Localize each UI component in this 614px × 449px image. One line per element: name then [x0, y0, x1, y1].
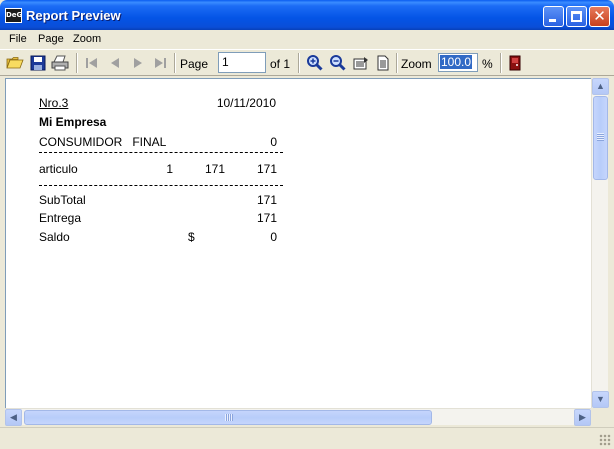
scroll-down-icon[interactable]: ▼: [592, 391, 609, 408]
saldo-label: Saldo: [39, 230, 70, 244]
title-bar: DeG Report Preview ✕: [0, 0, 614, 30]
report-viewport[interactable]: Nro.3 10/11/2010 Mi Empresa CONSUMIDOR F…: [5, 78, 608, 425]
subtotal-value: 171: [256, 193, 277, 207]
customer-name: CONSUMIDOR FINAL: [39, 135, 167, 149]
menu-bar: File Page Zoom: [0, 30, 614, 48]
separator-line: [39, 185, 283, 186]
line-item-price: 171: [204, 162, 225, 176]
company-name: Mi Empresa: [39, 115, 107, 129]
resize-grip-icon[interactable]: [599, 434, 611, 446]
vertical-scrollbar[interactable]: ▲ ▼: [591, 78, 609, 408]
vertical-scroll-thumb[interactable]: [593, 96, 608, 180]
scroll-right-icon[interactable]: ▶: [574, 409, 591, 426]
toolbar: Page 1 of 1 Zoom 100.0 %: [0, 49, 614, 76]
toolbar-separator: [298, 53, 300, 73]
minimize-button[interactable]: [543, 6, 564, 27]
line-item-total: 171: [256, 162, 277, 176]
zoom-out-icon[interactable]: [329, 54, 347, 72]
horizontal-scrollbar[interactable]: ◀ ▶: [5, 408, 591, 426]
horizontal-scroll-thumb[interactable]: [24, 410, 432, 425]
saldo-currency: $: [188, 230, 195, 244]
status-bar: [0, 427, 614, 449]
menu-file[interactable]: File: [9, 33, 27, 45]
zoom-value: 100.0: [440, 55, 473, 69]
page-width-icon[interactable]: [352, 54, 370, 72]
percent-label: %: [482, 57, 493, 71]
whole-page-icon[interactable]: [374, 54, 392, 72]
open-folder-icon[interactable]: [6, 54, 24, 72]
zoom-label: Zoom: [401, 57, 432, 71]
customer-value: 0: [270, 135, 277, 149]
zoom-input[interactable]: 100.0: [438, 53, 478, 72]
print-icon[interactable]: [51, 54, 69, 72]
scroll-corner: [591, 408, 608, 425]
scroll-up-icon[interactable]: ▲: [592, 78, 609, 95]
toolbar-separator: [396, 53, 398, 73]
minimize-icon: [549, 19, 556, 22]
report-number: Nro.3: [39, 96, 69, 110]
page-label: Page: [180, 57, 209, 71]
line-item-name: articulo: [39, 162, 78, 176]
last-page-icon[interactable]: [151, 54, 169, 72]
zoom-in-icon[interactable]: [306, 54, 324, 72]
saldo-value: 0: [270, 230, 277, 244]
separator-line: [39, 152, 283, 153]
exit-icon[interactable]: [506, 54, 524, 72]
entrega-value: 171: [256, 211, 277, 225]
line-item-qty: 1: [166, 162, 173, 176]
previous-page-icon[interactable]: [106, 54, 124, 72]
subtotal-label: SubTotal: [39, 193, 86, 207]
grip-icon: [597, 133, 604, 141]
menu-zoom[interactable]: Zoom: [73, 33, 101, 45]
scroll-left-icon[interactable]: ◀: [5, 409, 22, 426]
menu-page[interactable]: Page: [38, 33, 64, 45]
toolbar-separator: [76, 53, 78, 73]
app-icon: DeG: [5, 8, 22, 23]
entrega-label: Entrega: [39, 211, 82, 225]
report-date: 10/11/2010: [216, 96, 276, 110]
toolbar-separator: [500, 53, 502, 73]
window-title: Report Preview: [26, 8, 121, 23]
toolbar-separator: [174, 53, 176, 73]
grip-icon: [225, 414, 233, 421]
save-icon[interactable]: [29, 54, 47, 72]
maximize-icon: [571, 11, 582, 22]
close-button[interactable]: ✕: [589, 6, 610, 27]
page-count-label: of 1: [270, 57, 291, 71]
next-page-icon[interactable]: [129, 54, 147, 72]
maximize-button[interactable]: [566, 6, 587, 27]
page-input[interactable]: 1: [218, 52, 266, 73]
close-icon: ✕: [593, 8, 606, 25]
first-page-icon[interactable]: [83, 54, 101, 72]
